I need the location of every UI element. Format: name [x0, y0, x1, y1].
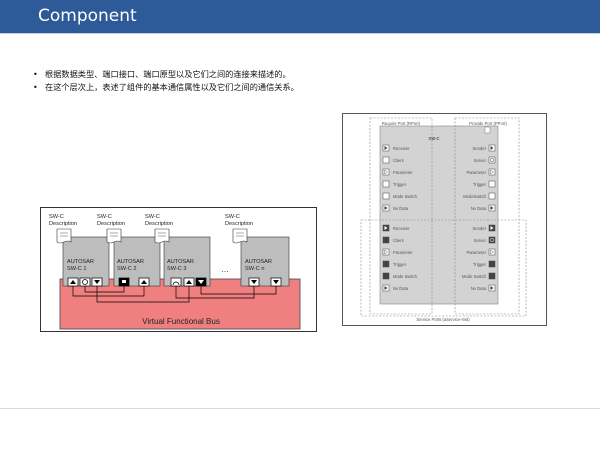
footer-divider — [0, 408, 600, 409]
service-ports-label: Service Ports (aService-Inst) — [416, 317, 470, 322]
mode-switch-port-icon — [488, 272, 496, 280]
port-label: Server — [474, 158, 487, 163]
port-label: Client — [393, 238, 405, 243]
swc-desc-line1: SW-C — [145, 214, 160, 220]
swc-name-line1: AUTOSAR — [167, 259, 194, 265]
swc-name-line2: SW-C n — [245, 266, 264, 272]
swc-label: SW-C — [428, 136, 439, 141]
port-label: Trigger — [473, 262, 487, 267]
trigger-port-icon — [488, 180, 496, 188]
swc-n: SW-C Description AUTOSAR SW-C n — [225, 214, 290, 287]
port-label: Parameter — [466, 250, 486, 255]
port-label: Nv Data — [471, 286, 487, 291]
client-port-icon — [382, 236, 390, 244]
port-label: Sender — [472, 226, 486, 231]
port-label: Receiver — [393, 146, 410, 151]
title-divider — [0, 33, 600, 34]
swc-desc-line2: Description — [97, 221, 125, 227]
document-icon — [484, 126, 491, 134]
swc-name-line1: AUTOSAR — [117, 259, 144, 265]
parameter-port-icon — [488, 248, 496, 256]
swc-name-line2: SW-C 1 — [67, 266, 86, 272]
trigger-port-icon — [488, 260, 496, 268]
swc-desc-line1: SW-C — [97, 214, 112, 220]
bullet-text: 根据数据类型、端口接口、端口原型以及它们之间的连接来描述的。 — [45, 69, 291, 79]
swc-name-line2: SW-C 2 — [117, 266, 136, 272]
parameter-port-icon — [382, 248, 390, 256]
swc-desc-line1: SW-C — [49, 214, 64, 220]
port-label: Trigger — [393, 182, 407, 187]
bullet-dot-icon: • — [33, 83, 38, 92]
port-label: Mode Switch — [462, 274, 487, 279]
provide-port-label: Provide Port (PPort) — [469, 121, 507, 126]
bullet-dot-icon: • — [33, 70, 38, 79]
ellipsis: … — [221, 265, 229, 274]
parameter-port-icon — [488, 168, 496, 176]
bullet-text: 在这个层次上，表述了组件的基本通信属性以及它们之间的通信关系。 — [45, 82, 299, 92]
port-label: Trigger — [393, 262, 407, 267]
trigger-port-icon — [382, 180, 390, 188]
vfb-diagram: Virtual Functional Bus SW-C Description … — [49, 214, 301, 330]
port-label: Trigger — [473, 182, 487, 187]
port-types-figure: SW-C Require Port (RPort) Provide Port (… — [342, 113, 547, 326]
port-label: Nv Data — [393, 206, 409, 211]
slide-title: Component — [38, 6, 137, 26]
bus-label: Virtual Functional Bus — [142, 317, 220, 326]
bullet-list: • 根据数据类型、端口接口、端口原型以及它们之间的连接来描述的。 • 在这个层次… — [33, 68, 299, 94]
port-label: Parameter — [393, 250, 413, 255]
mode-switch-port-icon — [488, 192, 496, 200]
server-port-icon — [488, 156, 496, 164]
require-port-label: Require Port (RPort) — [382, 121, 421, 126]
client-port-icon — [382, 156, 390, 164]
trigger-port-icon — [382, 260, 390, 268]
mode-switch-port-icon — [382, 272, 390, 280]
port-label: Mode Switch — [393, 194, 418, 199]
bullet-item: • 在这个层次上，表述了组件的基本通信属性以及它们之间的通信关系。 — [33, 81, 299, 94]
port-label: Receiver — [393, 226, 410, 231]
port-label: Server — [474, 238, 487, 243]
vfb-figure: Virtual Functional Bus SW-C Description … — [40, 207, 317, 332]
port-types-diagram: SW-C Require Port (RPort) Provide Port (… — [360, 117, 527, 322]
bullet-item: • 根据数据类型、端口接口、端口原型以及它们之间的连接来描述的。 — [33, 68, 299, 81]
port-label: Client — [393, 158, 405, 163]
title-bar: Component — [0, 0, 600, 33]
port-label: Sender — [472, 146, 486, 151]
swc-name-line1: AUTOSAR — [245, 259, 272, 265]
swc-desc-line2: Description — [225, 221, 253, 227]
port-label: Parameter — [466, 170, 486, 175]
swc-desc-line2: Description — [145, 221, 173, 227]
port-label: ModeSwitch — [463, 194, 486, 199]
swc-name-line1: AUTOSAR — [67, 259, 94, 265]
mode-switch-port-icon — [382, 192, 390, 200]
server-port-icon — [488, 236, 496, 244]
port-label: Nv Data — [393, 286, 409, 291]
swc-desc-line2: Description — [49, 221, 77, 227]
swc-desc-line1: SW-C — [225, 214, 240, 220]
port-label: Mode Switch — [393, 274, 418, 279]
swc-name-line2: SW-C 3 — [167, 266, 186, 272]
parameter-port-icon — [382, 168, 390, 176]
port-label: Parameter — [393, 170, 413, 175]
port-label: Nv Data — [471, 206, 487, 211]
